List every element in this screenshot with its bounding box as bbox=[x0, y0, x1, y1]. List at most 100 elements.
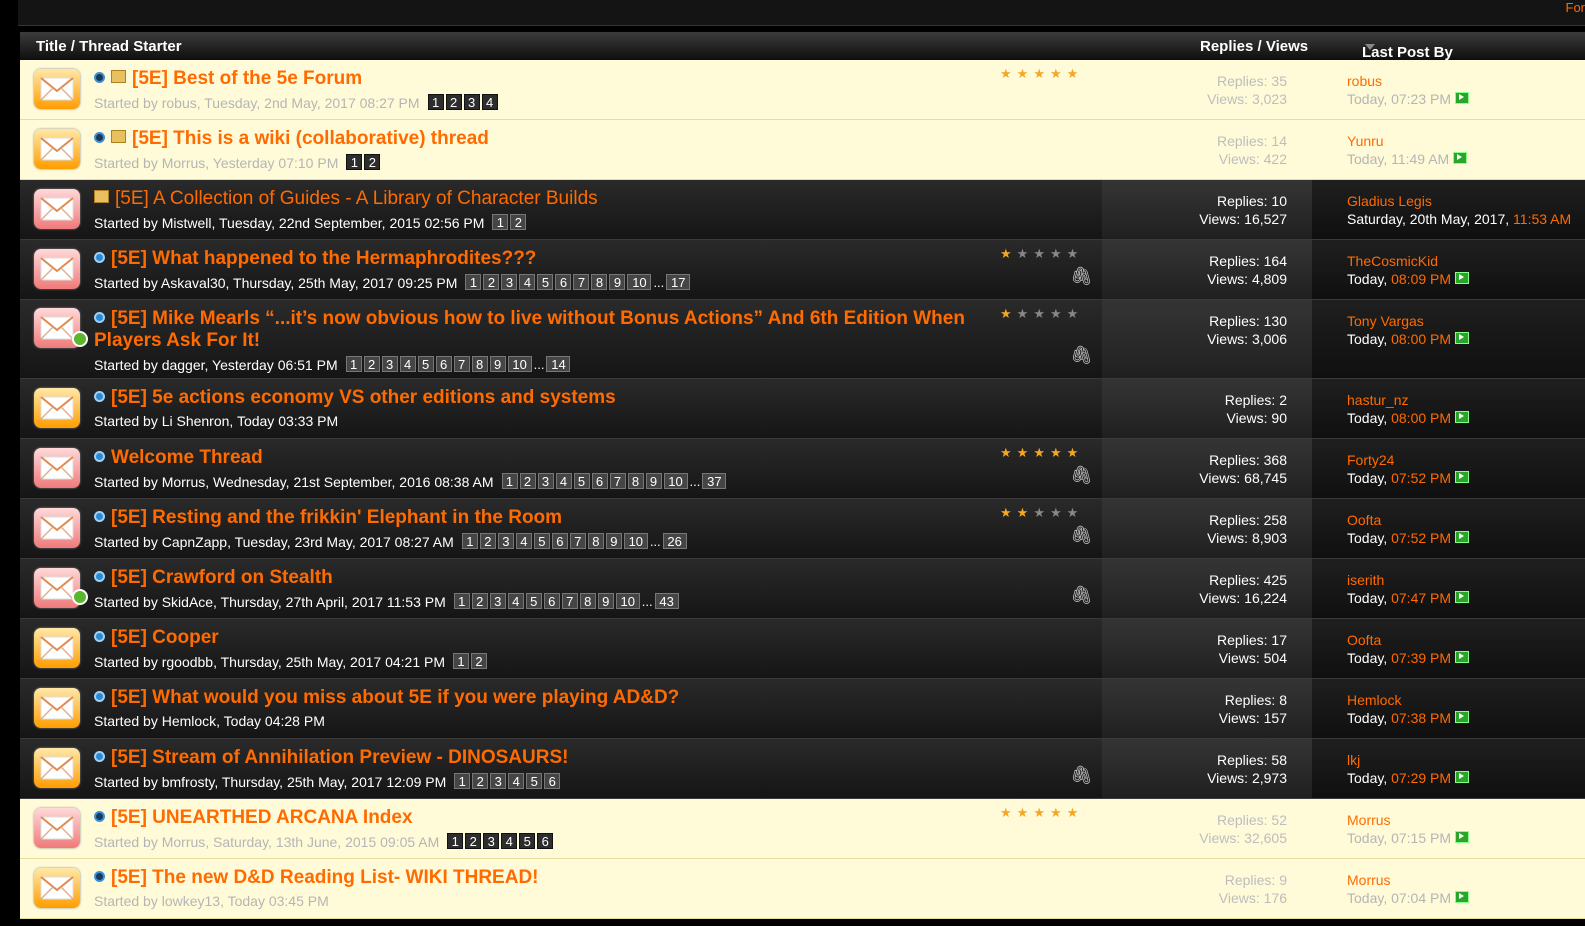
page-link[interactable]: 4 bbox=[515, 533, 532, 549]
go-to-last-post-icon[interactable] bbox=[1455, 591, 1470, 603]
page-link[interactable]: 6 bbox=[543, 593, 560, 609]
last-post-user[interactable]: lkj bbox=[1347, 751, 1469, 769]
thread-row[interactable]: [5E] Mike Mearls “...it’s now obvious ho… bbox=[20, 300, 1585, 379]
unread-dot-icon[interactable] bbox=[94, 252, 105, 263]
page-link[interactable]: 2 bbox=[479, 533, 496, 549]
thread-title-link[interactable]: [5E] Best of the 5e Forum bbox=[132, 68, 362, 89]
page-link[interactable]: 1 bbox=[461, 533, 478, 549]
last-post-user[interactable]: Tony Vargas bbox=[1347, 312, 1469, 330]
thread-title-link[interactable]: [5E] UNEARTHED ARCANA Index bbox=[111, 807, 413, 828]
last-post-user[interactable]: Hemlock bbox=[1347, 691, 1469, 709]
unread-dot-icon[interactable] bbox=[94, 72, 105, 83]
go-to-last-post-icon[interactable] bbox=[1455, 771, 1470, 783]
attachment-paperclip-icon[interactable]: 🖇 bbox=[1070, 465, 1093, 486]
sticky-note-icon[interactable] bbox=[94, 190, 109, 203]
forum-link[interactable]: For bbox=[1566, 0, 1585, 15]
unread-dot-icon[interactable] bbox=[94, 451, 105, 462]
thread-title-link[interactable]: [5E] What happened to the Hermaphrodites… bbox=[111, 248, 536, 269]
page-link[interactable]: 26 bbox=[662, 533, 687, 549]
thread-row[interactable]: [5E] This is a wiki (collaborative) thre… bbox=[20, 120, 1585, 180]
thread-row[interactable]: [5E] Resting and the frikkin' Elephant i… bbox=[20, 499, 1585, 559]
go-to-last-post-icon[interactable] bbox=[1453, 152, 1468, 164]
attachment-paperclip-icon[interactable]: 🖇 bbox=[1070, 585, 1093, 606]
page-link[interactable]: 3 bbox=[483, 833, 500, 849]
thread-title-link[interactable]: [5E] The new D&D Reading List- WIKI THRE… bbox=[111, 867, 539, 888]
thread-title-link[interactable]: [5E] Crawford on Stealth bbox=[111, 567, 333, 588]
page-link[interactable]: 6 bbox=[555, 274, 572, 290]
page-link[interactable]: 2 bbox=[472, 773, 489, 789]
unread-dot-icon[interactable] bbox=[94, 691, 105, 702]
thread-title-link[interactable]: [5E] Resting and the frikkin' Elephant i… bbox=[111, 507, 562, 528]
go-to-last-post-icon[interactable] bbox=[1455, 411, 1470, 423]
attachment-paperclip-icon[interactable]: 🖇 bbox=[1070, 345, 1093, 366]
page-link[interactable]: 10 bbox=[507, 356, 532, 372]
page-link[interactable]: 8 bbox=[587, 533, 604, 549]
go-to-last-post-icon[interactable] bbox=[1455, 471, 1470, 483]
thread-row[interactable]: [5E] What would you miss about 5E if you… bbox=[20, 679, 1585, 739]
thread-row[interactable]: [5E] Cooper Started by rgoodbb, Thursday,… bbox=[20, 619, 1585, 679]
attachment-paperclip-icon[interactable]: 🖇 bbox=[1070, 765, 1093, 786]
page-link[interactable]: 3 bbox=[381, 356, 398, 372]
go-to-last-post-icon[interactable] bbox=[1455, 891, 1470, 903]
page-link[interactable]: 2 bbox=[445, 94, 462, 110]
page-link[interactable]: 1 bbox=[492, 214, 509, 230]
page-link[interactable]: 3 bbox=[490, 773, 507, 789]
page-link[interactable]: 6 bbox=[551, 533, 568, 549]
page-link[interactable]: 5 bbox=[526, 773, 543, 789]
page-link[interactable]: 7 bbox=[561, 593, 578, 609]
unread-dot-icon[interactable] bbox=[94, 751, 105, 762]
last-post-user[interactable]: iserith bbox=[1347, 571, 1469, 589]
thread-title-link[interactable]: [5E] Cooper bbox=[111, 627, 219, 648]
page-link[interactable]: 2 bbox=[471, 653, 487, 669]
attachment-paperclip-icon[interactable]: 🖇 bbox=[1070, 266, 1093, 287]
thread-title-link[interactable]: [5E] 5e actions economy VS other edition… bbox=[111, 387, 616, 408]
page-link[interactable]: 4 bbox=[519, 274, 536, 290]
thread-row[interactable]: [5E] Best of the 5e Forum Started by robu… bbox=[20, 60, 1585, 120]
page-link[interactable]: 9 bbox=[605, 533, 622, 549]
page-link[interactable]: 5 bbox=[417, 356, 434, 372]
page-link[interactable]: 8 bbox=[591, 274, 608, 290]
page-link[interactable]: 3 bbox=[489, 593, 506, 609]
last-post-user[interactable]: hastur_nz bbox=[1347, 391, 1469, 409]
page-link[interactable]: 5 bbox=[537, 274, 554, 290]
page-link[interactable]: 2 bbox=[510, 214, 527, 230]
page-link[interactable]: 1 bbox=[465, 274, 482, 290]
last-post-user[interactable]: TheCosmicKid bbox=[1347, 252, 1469, 270]
thread-row[interactable]: [5E] Stream of Annihilation Preview - DI… bbox=[20, 739, 1585, 799]
page-link[interactable]: 7 bbox=[453, 356, 470, 372]
page-link[interactable]: 1 bbox=[501, 473, 518, 489]
unread-dot-icon[interactable] bbox=[94, 571, 105, 582]
thread-row[interactable]: [5E] The new D&D Reading List- WIKI THRE… bbox=[20, 859, 1585, 919]
page-link[interactable]: 1 bbox=[346, 154, 363, 170]
unread-dot-icon[interactable] bbox=[94, 871, 105, 882]
last-post-user[interactable]: Oofta bbox=[1347, 631, 1469, 649]
page-link[interactable]: 1 bbox=[447, 833, 464, 849]
page-link[interactable]: 8 bbox=[627, 473, 644, 489]
thread-title-link[interactable]: [5E] Stream of Annihilation Preview - DI… bbox=[111, 747, 568, 768]
page-link[interactable]: 6 bbox=[537, 833, 554, 849]
page-link[interactable]: 4 bbox=[507, 593, 524, 609]
unread-dot-icon[interactable] bbox=[94, 132, 105, 143]
go-to-last-post-icon[interactable] bbox=[1455, 831, 1470, 843]
page-link[interactable]: 9 bbox=[597, 593, 614, 609]
unread-dot-icon[interactable] bbox=[94, 511, 105, 522]
page-link[interactable]: 4 bbox=[555, 473, 572, 489]
thread-title-link[interactable]: [5E] A Collection of Guides - A Library … bbox=[115, 188, 598, 209]
page-link[interactable]: 3 bbox=[501, 274, 518, 290]
last-post-user[interactable]: Yunru bbox=[1347, 132, 1467, 150]
page-link[interactable]: 4 bbox=[481, 94, 498, 110]
page-link[interactable]: 2 bbox=[364, 154, 381, 170]
page-link[interactable]: 37 bbox=[702, 473, 727, 489]
page-link[interactable]: 10 bbox=[615, 593, 640, 609]
go-to-last-post-icon[interactable] bbox=[1455, 531, 1470, 543]
thread-row[interactable]: [5E] UNEARTHED ARCANA Index Started by Mo… bbox=[20, 799, 1585, 859]
page-link[interactable]: 9 bbox=[489, 356, 506, 372]
unread-dot-icon[interactable] bbox=[94, 631, 105, 642]
page-link[interactable]: 6 bbox=[435, 356, 452, 372]
page-link[interactable]: 10 bbox=[623, 533, 648, 549]
thread-row[interactable]: [5E] Crawford on Stealth Started by SkidA… bbox=[20, 559, 1585, 619]
page-link[interactable]: 4 bbox=[508, 773, 525, 789]
last-post-user[interactable]: Forty24 bbox=[1347, 451, 1469, 469]
page-link[interactable]: 5 bbox=[533, 533, 550, 549]
sticky-note-icon[interactable] bbox=[111, 70, 126, 83]
